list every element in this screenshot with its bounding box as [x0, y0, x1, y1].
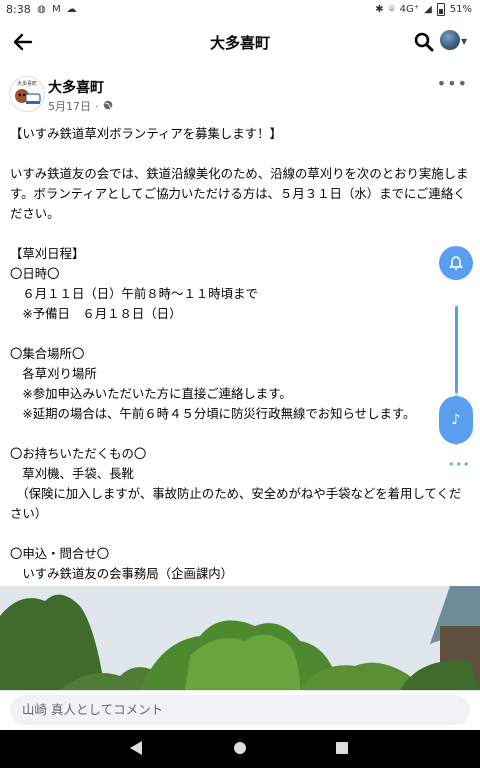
battery-icon [436, 3, 445, 16]
post-date[interactable]: 5月17日 [48, 98, 91, 114]
more-options-icon[interactable]: ••• [437, 74, 468, 93]
bell-button[interactable] [439, 246, 473, 280]
avatar [440, 30, 460, 50]
comment-input[interactable]: 山崎 真人としてコメント [10, 695, 470, 725]
bell-icon [449, 256, 463, 270]
chevron-down-icon: ▼ [461, 37, 468, 46]
post-text: 【いすみ鉄道草刈ボランティアを募集します！】 いすみ鉄道友の会では、鉄道沿線美化… [10, 126, 469, 601]
app-header: 大多喜町 ▼ [0, 20, 480, 64]
notification-icons: ◍ M ☁ [36, 4, 77, 15]
messenger-icon: ◍ [37, 4, 46, 15]
android-nav-bar [0, 730, 480, 768]
status-right: ✱ ⌾ 4G⁺ ◢ 51% [375, 3, 472, 16]
media-volume-slider-thumb[interactable]: ♪ [439, 396, 473, 444]
status-bar: 8:38 ◍ M ☁ ✱ ⌾ 4G⁺ ◢ 51% [0, 0, 480, 20]
network-label: 4G⁺ [399, 4, 420, 15]
music-note-icon: ♪ [451, 412, 461, 428]
globe-icon [103, 100, 113, 113]
comment-bar: 山崎 真人としてコメント [0, 690, 480, 731]
svg-text:大多喜町: 大多喜町 [17, 80, 37, 87]
post-photo[interactable] [0, 586, 480, 690]
nav-recents-icon[interactable] [336, 742, 348, 754]
post-meta: 5月17日 · [48, 98, 113, 114]
nav-back-icon[interactable] [130, 741, 142, 755]
post-header: 大多喜町 大多喜町 5月17日 · ••• [0, 68, 480, 116]
town-mascot-logo: 大多喜町 [15, 80, 41, 104]
page-avatar[interactable]: 大多喜町 [9, 76, 45, 112]
page-name[interactable]: 大多喜町 [48, 77, 104, 97]
profile-menu-button[interactable]: ▼ [440, 28, 468, 56]
bluetooth-icon: ✱ [375, 4, 384, 15]
battery-label: 51% [449, 4, 472, 15]
search-icon [414, 32, 434, 52]
location-icon: ⌾ [388, 4, 395, 15]
floating-volume-panel: ♪ ••• [436, 246, 476, 476]
post-photo-trees [0, 586, 480, 690]
page-title: 大多喜町 [209, 34, 270, 52]
status-time: 8:38 [6, 3, 31, 16]
nav-home-icon[interactable] [234, 742, 246, 754]
volume-fill [455, 306, 458, 393]
gmail-icon: M [52, 4, 61, 15]
search-button[interactable] [412, 30, 436, 54]
cloud-icon: ☁ [66, 4, 77, 15]
volume-more-icon[interactable]: ••• [448, 458, 470, 471]
signal-icon: ◢ [424, 4, 432, 15]
separator-dot: · [95, 99, 99, 113]
